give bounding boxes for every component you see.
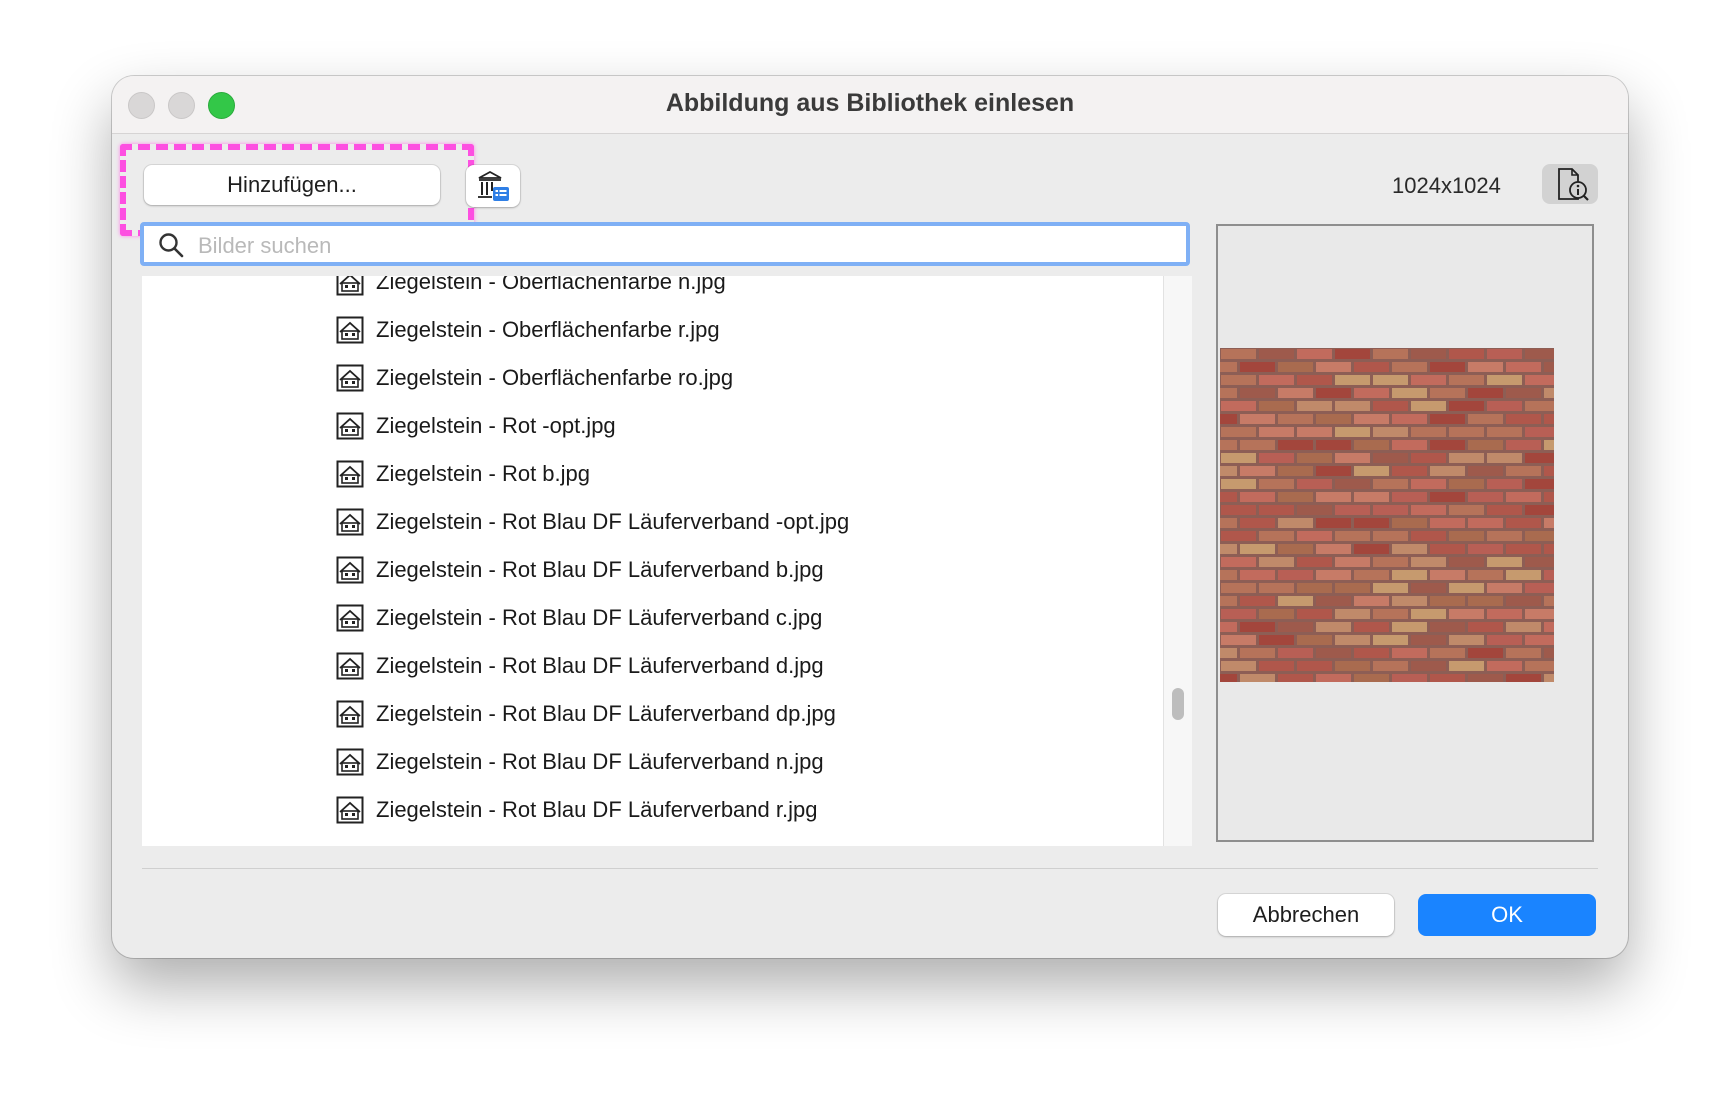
image-file-icon <box>336 364 364 392</box>
list-item-label: Ziegelstein - Rot Blau DF Läuferverband … <box>376 509 850 534</box>
list-item[interactable]: Ziegelstein - Oberflächenfarbe ro.jpg <box>336 354 1156 402</box>
image-file-icon <box>336 652 364 680</box>
list-item[interactable]: Ziegelstein - Rot Blau DF Läuferverband … <box>336 786 1156 834</box>
image-preview <box>1216 224 1594 842</box>
list-scrollbar-thumb[interactable] <box>1172 688 1184 720</box>
title-bar[interactable]: Abbildung aus Bibliothek einlesen <box>112 76 1628 134</box>
list-item[interactable]: Ziegelstein - Oberflächenfarbe n.jpg <box>336 276 1156 306</box>
list-item[interactable]: Ziegelstein - Rot Blau DF Läuferverband … <box>336 738 1156 786</box>
list-item-label: Ziegelstein - Oberflächenfarbe n.jpg <box>376 276 726 294</box>
ok-button[interactable]: OK <box>1418 894 1596 936</box>
list-scrollbar[interactable] <box>1163 276 1192 846</box>
list-item-label: Ziegelstein - Rot -opt.jpg <box>376 413 616 438</box>
image-file-icon <box>336 748 364 776</box>
list-item-label: Ziegelstein - Oberflächenfarbe r.jpg <box>376 317 720 342</box>
list-item[interactable]: Ziegelstein - Rot -opt.jpg <box>336 402 1156 450</box>
list-item-label: Ziegelstein - Rot Blau DF Läuferverband … <box>376 557 824 582</box>
list-item-label: Ziegelstein - Rot Blau DF Läuferverband … <box>376 653 824 678</box>
list-item[interactable]: Ziegelstein - Rot Blau DF Läuferverband … <box>336 642 1156 690</box>
list-item-label: Ziegelstein - Rot Blau DF Läuferverband … <box>376 797 818 822</box>
search-field[interactable] <box>140 222 1190 266</box>
list-item-label: Ziegelstein - Rot Blau DF Läuferverband … <box>376 605 823 630</box>
search-icon <box>159 233 184 258</box>
list-item[interactable]: Ziegelstein - Rot Blau DF Läuferverband … <box>336 546 1156 594</box>
list-item[interactable]: Ziegelstein - Rot Blau DF Läuferverband … <box>336 498 1156 546</box>
image-file-icon <box>336 316 364 344</box>
image-info-button[interactable] <box>1542 164 1598 204</box>
library-list-icon <box>478 170 509 201</box>
image-list[interactable]: Ziegelstein - Oberflächenfarbe n.jpg Zieg… <box>142 276 1192 846</box>
image-file-icon <box>336 604 364 632</box>
dialog-window: Abbildung aus Bibliothek einlesen Hinzuf… <box>112 76 1628 958</box>
image-file-icon <box>336 276 364 296</box>
list-item-label: Ziegelstein - Rot Blau DF Läuferverband … <box>376 701 836 726</box>
list-item[interactable]: Ziegelstein - Rot Blau DF Läuferverband … <box>336 690 1156 738</box>
search-input[interactable] <box>196 230 1140 262</box>
image-file-icon <box>336 508 364 536</box>
footer-divider <box>142 868 1598 869</box>
list-item-label: Ziegelstein - Rot Blau DF Läuferverband … <box>376 749 824 774</box>
list-item-label: Ziegelstein - Oberflächenfarbe ro.jpg <box>376 365 734 390</box>
list-item[interactable]: Ziegelstein - Rot b.jpg <box>336 450 1156 498</box>
list-item[interactable]: Ziegelstein - Oberflächenfarbe r.jpg <box>336 306 1156 354</box>
list-item-label: Ziegelstein - Rot b.jpg <box>376 461 590 486</box>
library-manager-button[interactable] <box>466 165 520 207</box>
image-file-icon <box>336 796 364 824</box>
image-file-icon <box>336 556 364 584</box>
dialog-title: Abbildung aus Bibliothek einlesen <box>665 89 1075 117</box>
cancel-button[interactable]: Abbrechen <box>1218 894 1394 936</box>
image-file-icon <box>336 700 364 728</box>
image-file-icon <box>336 412 364 440</box>
brick-texture-preview <box>1220 348 1554 682</box>
image-file-icon <box>336 460 364 488</box>
list-item[interactable]: Ziegelstein - Rot Blau DF Läuferverband … <box>336 594 1156 642</box>
document-info-icon <box>1558 168 1589 201</box>
